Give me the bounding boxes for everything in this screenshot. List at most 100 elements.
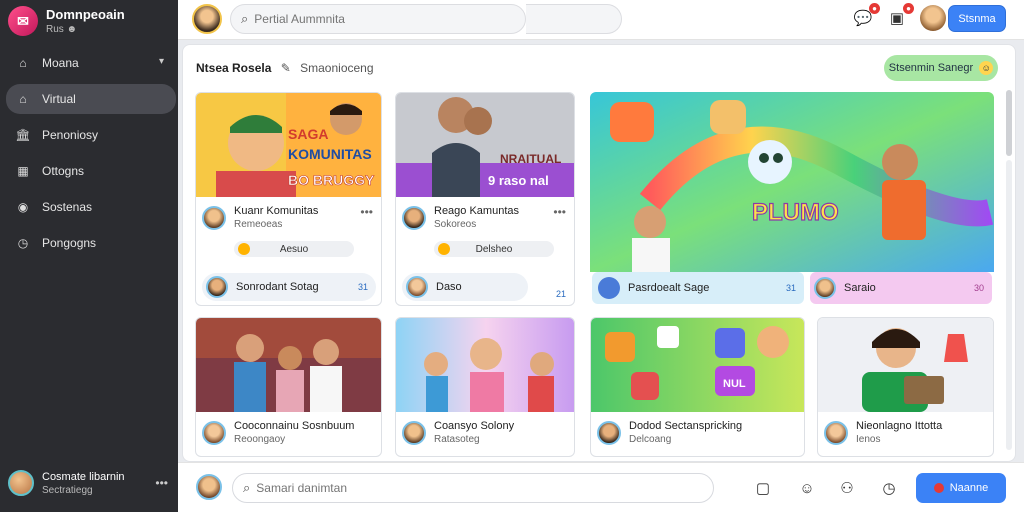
- sidebar-item-moana[interactable]: ⌂ Moana ▾: [6, 48, 176, 78]
- card-comment-text: Daso: [436, 281, 462, 293]
- avatar[interactable]: [192, 4, 222, 34]
- more-icon[interactable]: •••: [155, 476, 168, 490]
- coin-icon: [438, 243, 450, 255]
- page-title-primary: Ntsea Rosela: [196, 61, 272, 75]
- avatar[interactable]: [196, 474, 222, 500]
- more-icon[interactable]: •••: [360, 205, 373, 219]
- avatar: [8, 470, 34, 496]
- avatar: [206, 276, 228, 298]
- bookmark-icon[interactable]: ▢: [752, 477, 774, 499]
- clock-icon[interactable]: ◷: [878, 477, 900, 499]
- card-author: Coansyo Solony: [434, 420, 515, 432]
- card-comment[interactable]: Saraio 30: [810, 272, 992, 304]
- action-pill-button[interactable]: Stsenmin Sanegr ☺: [884, 55, 998, 81]
- users-icon[interactable]: ⚇: [836, 477, 858, 499]
- avatar[interactable]: [920, 5, 946, 31]
- thumb-title-1: NUL: [723, 378, 746, 390]
- brand[interactable]: ✉ Domnpeoain Rus ☻: [8, 6, 125, 36]
- card-thumbnail: NRAITUAL 9 raso nal: [396, 93, 574, 197]
- coin-icon: [238, 243, 250, 255]
- chevron-down-icon[interactable]: ▾: [159, 56, 164, 67]
- card-comment-text: Sonrodant Sotag: [236, 281, 319, 293]
- thumb-title-2: KOMUNITAS: [288, 146, 372, 162]
- card-comment-count: 21: [555, 289, 566, 299]
- community-card[interactable]: Coansyo Solony Ratasoteg: [395, 317, 575, 457]
- sidebar-item-ottogns[interactable]: ▦ Ottogns: [6, 156, 176, 186]
- sidebar-item-pongogns[interactable]: ◷ Pongogns: [6, 228, 176, 258]
- card-author-row: Nieonlagno Ittotta Ienos: [824, 420, 942, 445]
- card-author: Dodod Sectanspricking: [629, 420, 743, 432]
- search-bar[interactable]: ⌕: [230, 4, 526, 34]
- sidebar-item-label: Penoniosy: [42, 128, 99, 142]
- sidebar-nav: ⌂ Moana ▾ ⌂ Virtual 🏛 Penoniosy ▦ Ottogn…: [6, 48, 176, 264]
- card-author-row: Kuanr Komunitas Remeoeas: [202, 205, 318, 230]
- brand-logo-icon: ✉: [8, 6, 38, 36]
- card-comment-text: Saraio: [844, 282, 876, 294]
- bottom-bar: ⌕ ▢ ☺ ⚇ ◷ Naanne: [178, 462, 1024, 512]
- community-card[interactable]: Cooconnainu Sosnbuum Reoongaoy: [195, 317, 382, 457]
- sidebar-item-virtual[interactable]: ⌂ Virtual: [6, 84, 176, 114]
- sidebar-item-label: Sostenas: [42, 200, 93, 214]
- user-profile[interactable]: Cosmate libarnin Sectratiegg •••: [8, 470, 172, 496]
- card-author-sub: Reoongaoy: [234, 434, 286, 445]
- notification-badge: ●: [903, 3, 914, 14]
- notification-badge: ●: [869, 3, 880, 14]
- clock-icon: ◷: [17, 236, 29, 250]
- card-tag-label: Aesuo: [279, 243, 309, 255]
- sidebar-item-label: Ottogns: [42, 164, 85, 178]
- page-title-secondary: Smaonioceng: [300, 61, 374, 75]
- topbar: ⌕ 💬 ● ▣ ● Stsnma: [178, 0, 1024, 40]
- card-comment[interactable]: Pasrdoealt Sage 31: [592, 272, 804, 304]
- more-icon[interactable]: •••: [553, 205, 566, 219]
- notification-dot-icon: [933, 483, 944, 493]
- scrollbar-thumb[interactable]: [1006, 90, 1012, 156]
- thumb-title-3: BO BRUGGY: [288, 172, 375, 188]
- user-icon[interactable]: ☺: [796, 477, 818, 499]
- card-comment[interactable]: Daso: [402, 273, 528, 301]
- card-author-sub: Remeoeas: [234, 219, 283, 230]
- card-thumbnail: [396, 318, 574, 412]
- comment-input[interactable]: [256, 481, 677, 495]
- card-thumbnail: NUL: [591, 318, 804, 412]
- primary-button[interactable]: Stsnma: [948, 5, 1006, 32]
- avatar: [202, 205, 226, 230]
- comment-input-wrapper[interactable]: ⌕: [232, 473, 714, 503]
- notification-icon[interactable]: ▣ ●: [886, 3, 914, 29]
- brand-subtitle: Rus ☻: [46, 24, 78, 35]
- featured-card[interactable]: PLUMO Pasrdoealt Sage 31 Saraio 30: [590, 92, 994, 306]
- sidebar: ✉ Domnpeoain Rus ☻ ⌂ Moana ▾ ⌂ Virtual 🏛…: [0, 0, 178, 512]
- community-card[interactable]: Nieonlagno Ittotta Ienos: [817, 317, 994, 457]
- smile-icon: ☺: [979, 61, 994, 75]
- thumb-title-1: PLUMO: [752, 199, 839, 226]
- avatar: [597, 420, 621, 445]
- grid-icon: ▦: [17, 164, 29, 178]
- community-card[interactable]: NRAITUAL 9 raso nal Reago Kamuntas Sokor…: [395, 92, 575, 306]
- card-comment-count: 31: [785, 283, 796, 293]
- card-comment-count: 31: [357, 282, 368, 292]
- card-tag[interactable]: Aesuo: [234, 241, 354, 257]
- search-input[interactable]: [254, 12, 495, 26]
- scrollbar-track[interactable]: [1006, 160, 1012, 450]
- sidebar-item-penoniosy[interactable]: 🏛 Penoniosy: [6, 120, 176, 150]
- search-bar-extension[interactable]: [526, 4, 622, 34]
- card-author-row: Cooconnainu Sosnbuum Reoongaoy: [202, 420, 354, 445]
- card-comment[interactable]: Sonrodant Sotag 31: [202, 273, 376, 301]
- community-card[interactable]: SAGA KOMUNITAS BO BRUGGY Kuanr Komunitas…: [195, 92, 382, 306]
- avatar: [406, 276, 428, 298]
- chat-icon[interactable]: 💬 ●: [852, 3, 880, 29]
- card-thumbnail: [818, 318, 993, 412]
- avatar: [202, 420, 226, 445]
- card-author-sub: Sokoreos: [434, 219, 477, 230]
- brand-title: Domnpeoain: [46, 7, 125, 22]
- send-button[interactable]: Naanne: [916, 473, 1006, 503]
- home-icon: ⌂: [19, 92, 27, 106]
- sidebar-item-label: Virtual: [42, 92, 76, 106]
- card-author-row: Dodod Sectanspricking Delcoang: [597, 420, 742, 445]
- card-author-sub: Delcoang: [629, 434, 672, 445]
- community-card[interactable]: NUL Dodod Sectanspricking Delcoang: [590, 317, 805, 457]
- card-tag[interactable]: Delsheo: [434, 241, 554, 257]
- card-author: Cooconnainu Sosnbuum: [234, 420, 355, 432]
- profile-name: Cosmate libarnin: [42, 470, 125, 483]
- card-thumbnail: PLUMO: [590, 92, 994, 272]
- sidebar-item-sostenas[interactable]: ◉ Sostenas: [6, 192, 176, 222]
